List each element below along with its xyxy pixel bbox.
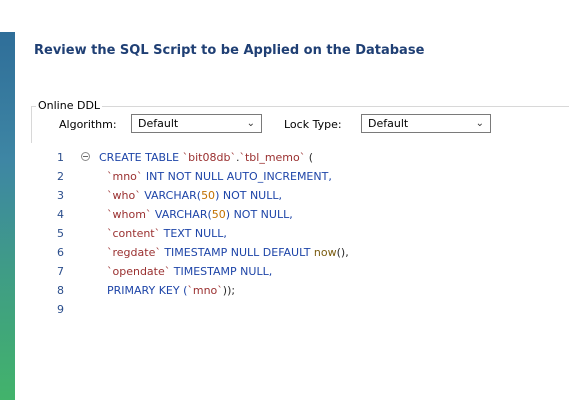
column-identifier: `whom`: [107, 208, 152, 221]
line-number: 5: [57, 227, 64, 240]
wizard-side-strip: [0, 32, 15, 400]
code-line: 4 `whom` VARCHAR(50) NOT NULL,: [40, 205, 569, 224]
online-ddl-label: Online DDL: [36, 99, 103, 112]
sql-keyword: VARCHAR(: [140, 189, 202, 202]
sql-number: 50: [201, 189, 216, 202]
code-line: 9: [40, 300, 569, 319]
chevron-down-icon: ⌄: [246, 118, 255, 129]
line-number: 7: [57, 265, 64, 278]
algorithm-value: Default: [138, 117, 179, 130]
sql-keyword: PRIMARY KEY (: [107, 284, 188, 297]
lock-type-value: Default: [368, 117, 409, 130]
sql-keyword: ) NOT NULL,: [215, 189, 282, 202]
sql-keyword: ) NOT NULL,: [225, 208, 293, 221]
column-identifier: `content`: [107, 227, 161, 240]
column-identifier: `regdate`: [107, 246, 161, 259]
line-number: 9: [57, 303, 64, 316]
line-number: 3: [57, 189, 64, 202]
sql-keyword: TEXT NULL,: [160, 227, 227, 240]
sql-keyword: CREATE TABLE: [99, 151, 180, 164]
algorithm-select[interactable]: Default ⌄: [131, 114, 262, 133]
line-number: 6: [57, 246, 64, 259]
line-number: 4: [57, 208, 64, 221]
sql-punct: ));: [222, 284, 236, 297]
code-line: 1 CREATE TABLE `bit08db`.`tbl_memo` (: [40, 148, 569, 167]
code-line: 6 `regdate` TIMESTAMP NULL DEFAULT now()…: [40, 243, 569, 262]
sql-function: now: [313, 246, 337, 259]
fold-collapse-icon[interactable]: [81, 152, 90, 161]
chevron-down-icon: ⌄: [475, 118, 484, 129]
sql-keyword: TIMESTAMP NULL,: [170, 265, 273, 278]
sql-keyword: VARCHAR(: [151, 208, 212, 221]
column-identifier: `who`: [107, 189, 141, 202]
sql-keyword: INT NOT NULL AUTO_INCREMENT,: [142, 170, 332, 183]
table-identifier: `tbl_memo`: [239, 151, 306, 164]
line-number: 8: [57, 284, 64, 297]
code-line: 7 `opendate` TIMESTAMP NULL,: [40, 262, 569, 281]
code-line: 5 `content` TEXT NULL,: [40, 224, 569, 243]
lock-type-select[interactable]: Default ⌄: [361, 114, 491, 133]
column-identifier: `opendate`: [107, 265, 171, 278]
code-line: 2 `mno` INT NOT NULL AUTO_INCREMENT,: [40, 167, 569, 186]
sql-punct: (: [305, 151, 314, 164]
sql-number: 50: [211, 208, 226, 221]
code-line: 8 PRIMARY KEY (`mno`));: [40, 281, 569, 300]
schema-identifier: `bit08db`: [182, 151, 236, 164]
line-number: 2: [57, 170, 64, 183]
sql-keyword: TIMESTAMP NULL DEFAULT: [160, 246, 314, 259]
sql-punct: (),: [336, 246, 349, 259]
line-number: 1: [57, 151, 64, 164]
column-identifier: `mno`: [187, 284, 223, 297]
lock-type-label: Lock Type:: [284, 118, 342, 131]
page-title: Review the SQL Script to be Applied on t…: [34, 43, 425, 58]
sql-script-editor[interactable]: 1 CREATE TABLE `bit08db`.`tbl_memo` ( 2 …: [40, 148, 569, 320]
algorithm-label: Algorithm:: [59, 118, 117, 131]
column-identifier: `mno`: [107, 170, 143, 183]
code-line: 3 `who` VARCHAR(50) NOT NULL,: [40, 186, 569, 205]
